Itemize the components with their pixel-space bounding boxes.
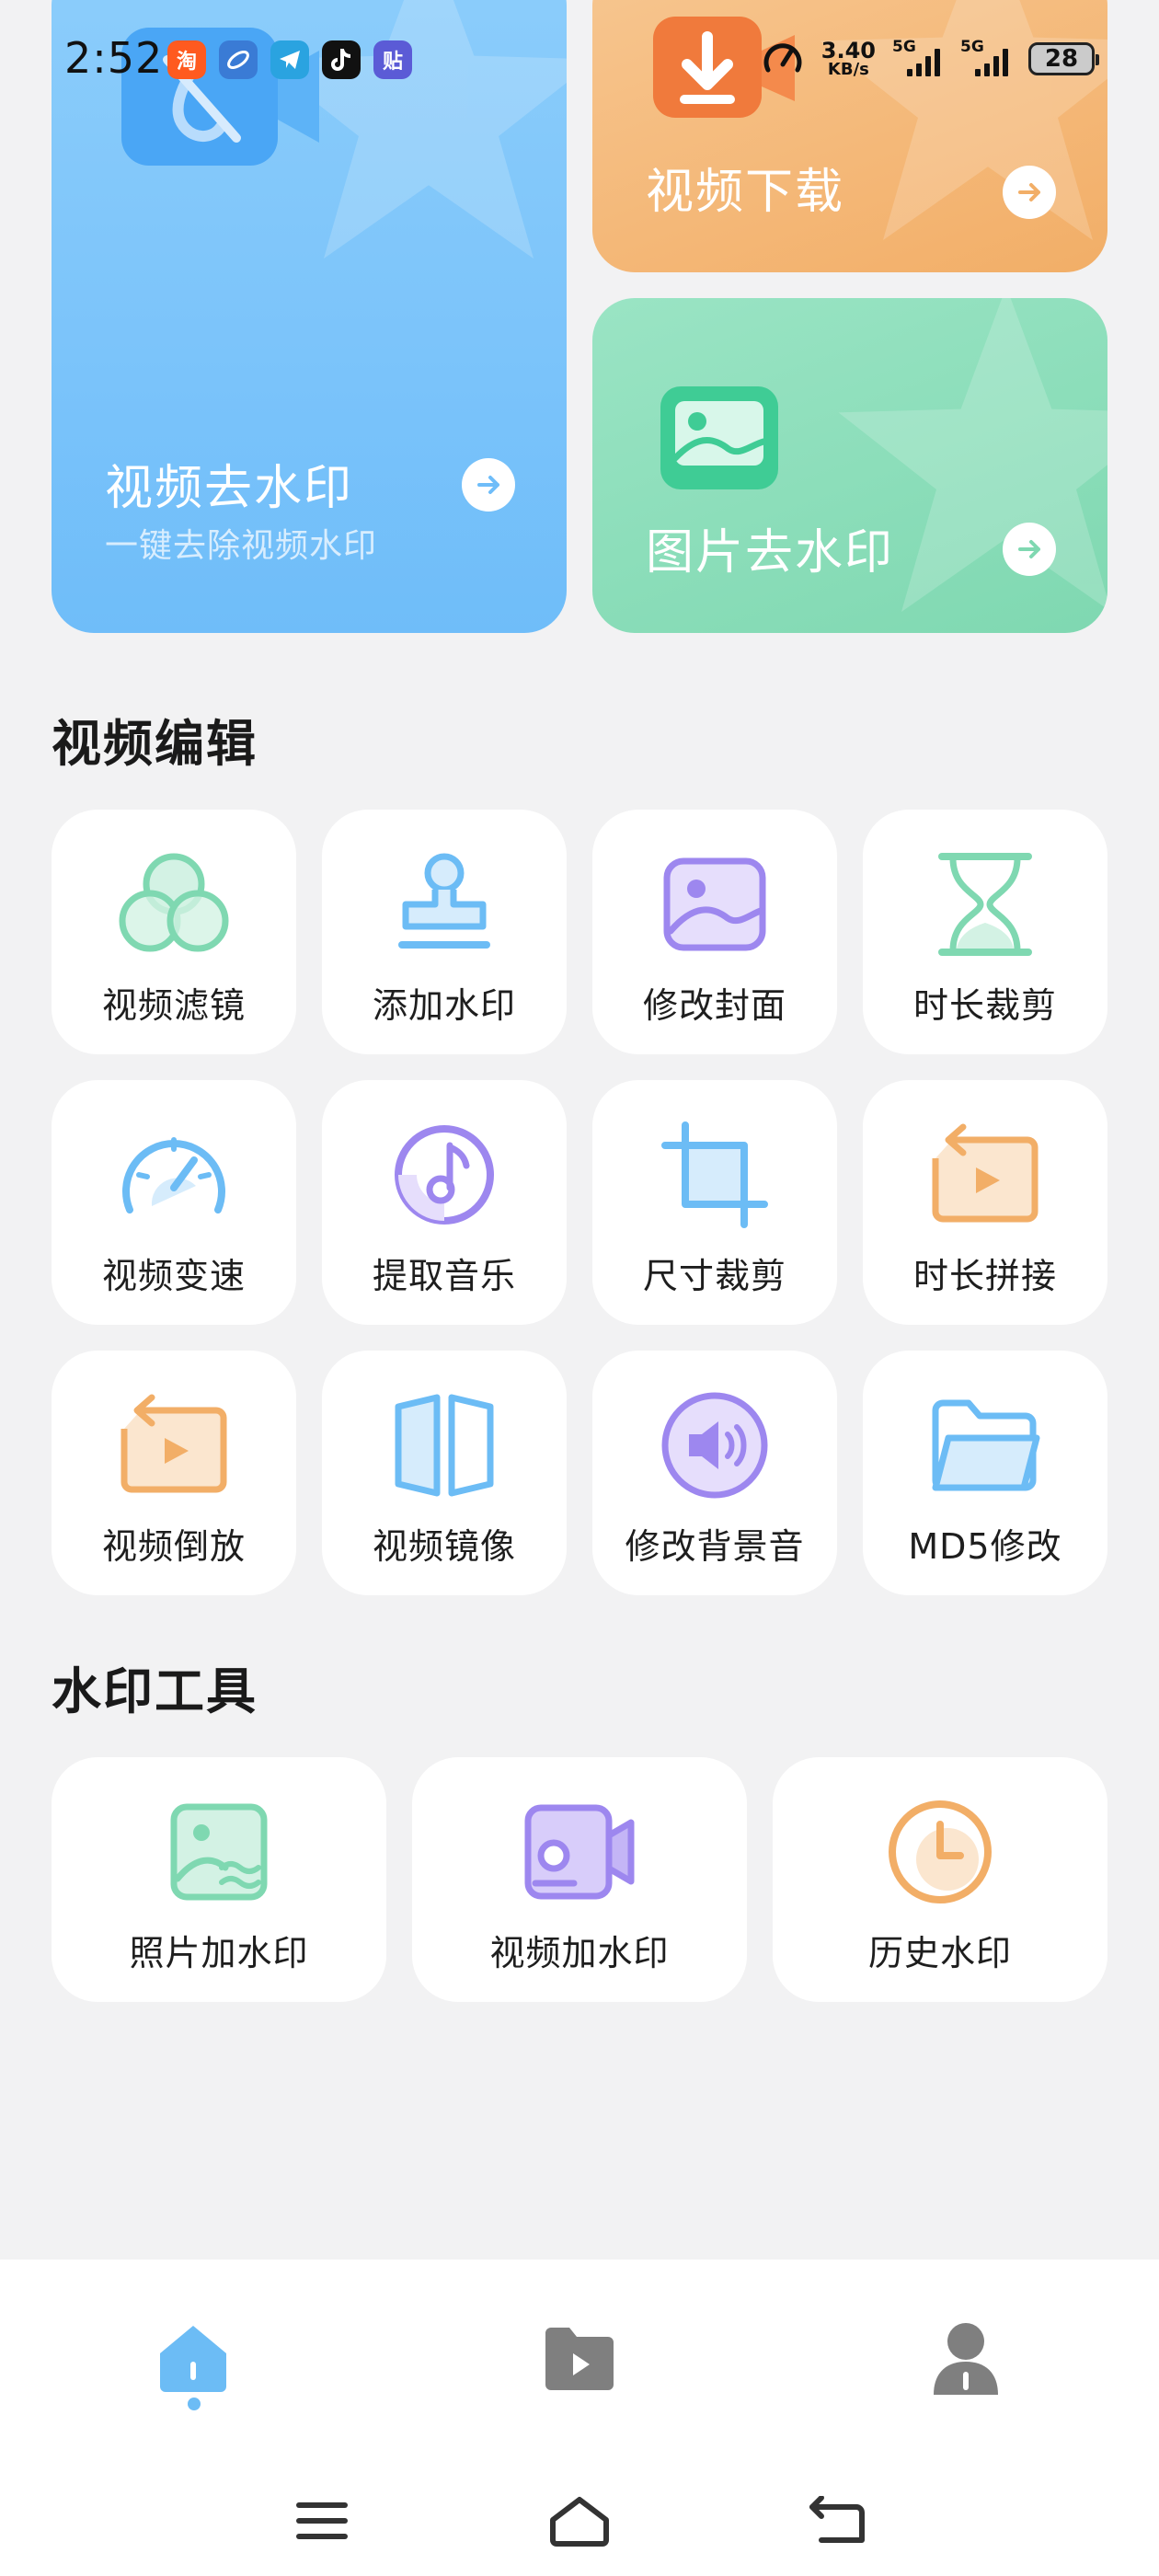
speaker-icon: [661, 1392, 768, 1499]
arrow-right-icon: [477, 476, 499, 494]
clock-icon: [889, 1800, 992, 1903]
reverse-video-icon: [120, 1394, 227, 1493]
extract-music-tile[interactable]: 提取音乐: [322, 1080, 567, 1325]
menu-icon: [296, 2502, 348, 2539]
remove-image-watermark-title: 图片去水印: [646, 525, 895, 581]
remove-video-watermark-subtitle: 一键去除视频水印: [105, 527, 378, 565]
duration-merge-label: 时长拼接: [912, 1256, 1057, 1296]
photo-add-watermark-tile[interactable]: 照片加水印: [52, 1757, 386, 2002]
mirror-icon: [395, 1394, 494, 1497]
duration-merge-tile[interactable]: 时长拼接: [863, 1080, 1107, 1325]
home-outline-icon: [550, 2497, 609, 2547]
taobao-app-icon: 淘: [167, 40, 206, 79]
system-back-button[interactable]: [791, 2477, 883, 2565]
add-watermark-tile[interactable]: 添加水印: [322, 810, 567, 1054]
battery-level: 28: [1044, 45, 1079, 73]
md5-modify-tile[interactable]: MD5修改: [863, 1351, 1107, 1595]
video-download-arrow-button[interactable]: [1003, 166, 1056, 219]
video-add-watermark-tile[interactable]: 视频加水印: [412, 1757, 747, 2002]
video-mirror-label: 视频镜像: [372, 1526, 516, 1567]
video-filter-tile[interactable]: 视频滤镜: [52, 810, 296, 1054]
remove-video-watermark-title: 视频去水印: [105, 461, 354, 516]
arrow-right-icon: [1018, 540, 1040, 558]
video-reverse-label: 视频倒放: [101, 1526, 246, 1567]
video-add-watermark-label: 视频加水印: [489, 1933, 670, 1973]
watermark-tools-section-title: 水印工具: [52, 1662, 258, 1720]
network-speed-value: 3.40: [820, 38, 876, 63]
signal-2-icon: 5G: [960, 38, 1012, 76]
nav-active-indicator: [188, 2398, 201, 2410]
bottom-navigation: [0, 2260, 1159, 2576]
video-folder-icon: [545, 2328, 614, 2390]
video-speed-tile[interactable]: 视频变速: [52, 1080, 296, 1325]
music-disc-icon: [395, 1125, 494, 1225]
add-watermark-label: 添加水印: [372, 985, 516, 1026]
system-menu-button[interactable]: [276, 2477, 368, 2565]
status-time: 2:52: [64, 33, 164, 83]
watermark-history-label: 历史水印: [867, 1933, 1012, 1973]
status-app-icons: 淘 贴: [167, 40, 412, 79]
image-icon: [660, 386, 778, 489]
nav-profile-tab[interactable]: [911, 2304, 1021, 2414]
crop-icon: [661, 1121, 768, 1228]
network-speed-unit: KB/s: [827, 60, 869, 79]
user-icon: [934, 2323, 998, 2395]
nav-works-tab[interactable]: [524, 2304, 635, 2414]
size-crop-label: 尺寸裁剪: [642, 1256, 786, 1296]
video-download-title: 视频下载: [646, 165, 845, 220]
md5-modify-label: MD5修改: [908, 1526, 1062, 1567]
video-edit-section-title: 视频编辑: [52, 715, 258, 773]
video-filter-label: 视频滤镜: [101, 985, 246, 1026]
back-icon: [809, 2496, 865, 2543]
extract-music-label: 提取音乐: [372, 1256, 516, 1296]
remove-image-watermark-arrow-button[interactable]: [1003, 523, 1056, 576]
folder-icon: [932, 1399, 1040, 1491]
video-mirror-tile[interactable]: 视频镜像: [322, 1351, 567, 1595]
photo-watermark-icon: [170, 1803, 268, 1901]
speedometer-icon: [122, 1137, 225, 1213]
remove-video-watermark-arrow-button[interactable]: [462, 458, 515, 512]
picture-icon: [663, 857, 766, 951]
remove-image-watermark-card[interactable]: 图片去水印: [592, 298, 1107, 633]
change-cover-label: 修改封面: [642, 985, 786, 1026]
filter-circles-icon: [119, 853, 229, 952]
video-reverse-tile[interactable]: 视频倒放: [52, 1351, 296, 1595]
telegram-app-icon: [270, 40, 309, 79]
system-home-button[interactable]: [534, 2477, 625, 2565]
home-icon: [160, 2326, 226, 2392]
video-speed-label: 视频变速: [101, 1256, 246, 1296]
network-speed: 3.40 KB/s: [821, 40, 876, 78]
signal-2-label: 5G: [960, 38, 984, 56]
size-crop-tile[interactable]: 尺寸裁剪: [592, 1080, 837, 1325]
photo-add-watermark-label: 照片加水印: [129, 1933, 309, 1973]
status-bar: 2:52 淘 贴 3.40 KB/s 5G 5G 28: [0, 0, 1159, 125]
signal-1-label: 5G: [892, 38, 916, 56]
change-cover-tile[interactable]: 修改封面: [592, 810, 837, 1054]
loop-video-icon: [932, 1123, 1039, 1223]
tieba-app-icon: 贴: [373, 40, 412, 79]
arrow-right-icon: [1018, 183, 1040, 201]
speed-gauge-icon: [763, 43, 802, 73]
change-bgm-tile[interactable]: 修改背景音: [592, 1351, 837, 1595]
browser-app-icon: [219, 40, 258, 79]
watermark-history-tile[interactable]: 历史水印: [773, 1757, 1107, 2002]
video-watermark-icon: [524, 1804, 635, 1900]
change-bgm-label: 修改背景音: [625, 1526, 805, 1567]
status-indicators: 3.40 KB/s 5G 5G 28: [761, 37, 1099, 81]
hourglass-icon: [938, 853, 1032, 956]
signal-1-icon: 5G: [892, 38, 944, 76]
tiktok-app-icon: [322, 40, 361, 79]
duration-trim-tile[interactable]: 时长裁剪: [863, 810, 1107, 1054]
stamp-icon: [398, 853, 490, 949]
duration-trim-label: 时长裁剪: [912, 985, 1057, 1026]
battery-indicator: 28: [1028, 42, 1099, 75]
